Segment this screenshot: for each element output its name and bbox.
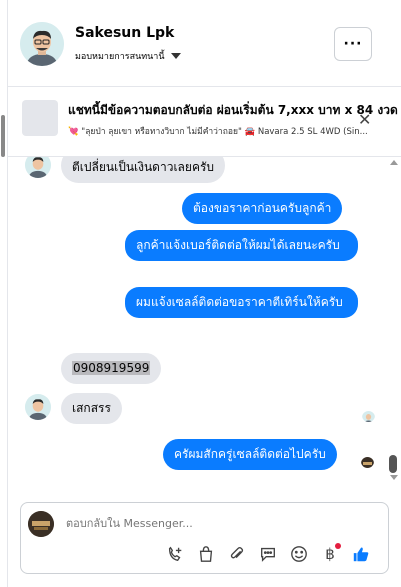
contact-avatar-small	[25, 394, 51, 420]
like-icon[interactable]	[351, 544, 371, 564]
notification-dot	[335, 543, 341, 549]
ad-reply-banner[interactable]: แชทนี้มีข้อความตอบกลับต่อ ผ่อนเริ่มต้น 7…	[8, 86, 401, 157]
message-bubble-outgoing[interactable]: ลูกค้าแจ้งเบอร์ติดต่อให้ผมได้เลยนะครับ	[125, 230, 358, 261]
conversation-panel: Sakesun Lpk มอบหมายการสนทนานี้ ··· แชทนี…	[1, 0, 401, 587]
scroll-up-icon[interactable]	[390, 160, 398, 165]
chevron-down-icon	[170, 53, 181, 59]
baht-icon[interactable]: ฿	[320, 543, 341, 564]
emoji-icon[interactable]	[289, 544, 309, 564]
assign-conversation-label: มอบหมายการสนทนานี้	[75, 52, 165, 62]
message-bubble-outgoing[interactable]: ต้องขอราคาก่อนครับลูกค้า	[182, 193, 343, 224]
message-bubble-incoming[interactable]: เสกสรร	[61, 393, 122, 424]
banner-subtitle: 💘 "ลุยป่า ลุยเขา หรือทางวิบาก ไม่มีคำว่า…	[68, 127, 368, 137]
ad-thumbnail	[22, 100, 58, 136]
phone-number[interactable]: 0908919599	[72, 361, 151, 375]
seen-avatar	[362, 409, 375, 422]
scrollbar-thumb[interactable]	[389, 455, 397, 473]
composer-toolbar: ฿	[165, 543, 371, 564]
message-list[interactable]: ตีเปลี่ยนเป็นเงินดาวเลยครับ ต้องขอราคาก่…	[8, 157, 388, 497]
resize-handle[interactable]	[1, 115, 5, 157]
close-icon[interactable]: ✕	[358, 110, 371, 129]
message-bubble-outgoing[interactable]: ครัผมสักครู่เซลล์ติดต่อไปครับ	[163, 439, 337, 470]
banner-title: แชทนี้มีข้อความตอบกลับต่อ ผ่อนเริ่มต้น 7…	[68, 103, 398, 117]
seen-avatar	[361, 455, 374, 468]
conversation-header: Sakesun Lpk มอบหมายการสนทนานี้ ···	[8, 0, 401, 87]
message-scrollbar[interactable]	[388, 157, 400, 487]
chat-bubble-icon[interactable]	[258, 544, 278, 564]
reply-input[interactable]	[64, 516, 368, 531]
reply-composer: ฿	[20, 502, 389, 574]
message-bubble-outgoing[interactable]: ผมแจ้งเซลล์ติดต่อขอราคาตีเทิร์นให้ครับ	[125, 287, 358, 318]
assign-conversation-dropdown[interactable]: มอบหมายการสนทนานี้	[75, 49, 181, 63]
scroll-down-icon[interactable]	[390, 475, 398, 480]
more-icon: ···	[343, 36, 363, 52]
page-avatar	[28, 511, 54, 537]
more-options-button[interactable]: ···	[334, 27, 372, 61]
bag-icon[interactable]	[196, 544, 216, 564]
add-contact-icon[interactable]	[165, 544, 185, 564]
message-bubble-incoming[interactable]: ตีเปลี่ยนเป็นเงินดาวเลยครับ	[61, 157, 226, 183]
attach-icon[interactable]	[227, 544, 247, 564]
message-bubble-incoming[interactable]: 0908919599	[61, 353, 162, 384]
contact-avatar-small	[25, 157, 51, 178]
contact-name[interactable]: Sakesun Lpk	[75, 25, 174, 41]
contact-avatar[interactable]	[20, 22, 64, 66]
